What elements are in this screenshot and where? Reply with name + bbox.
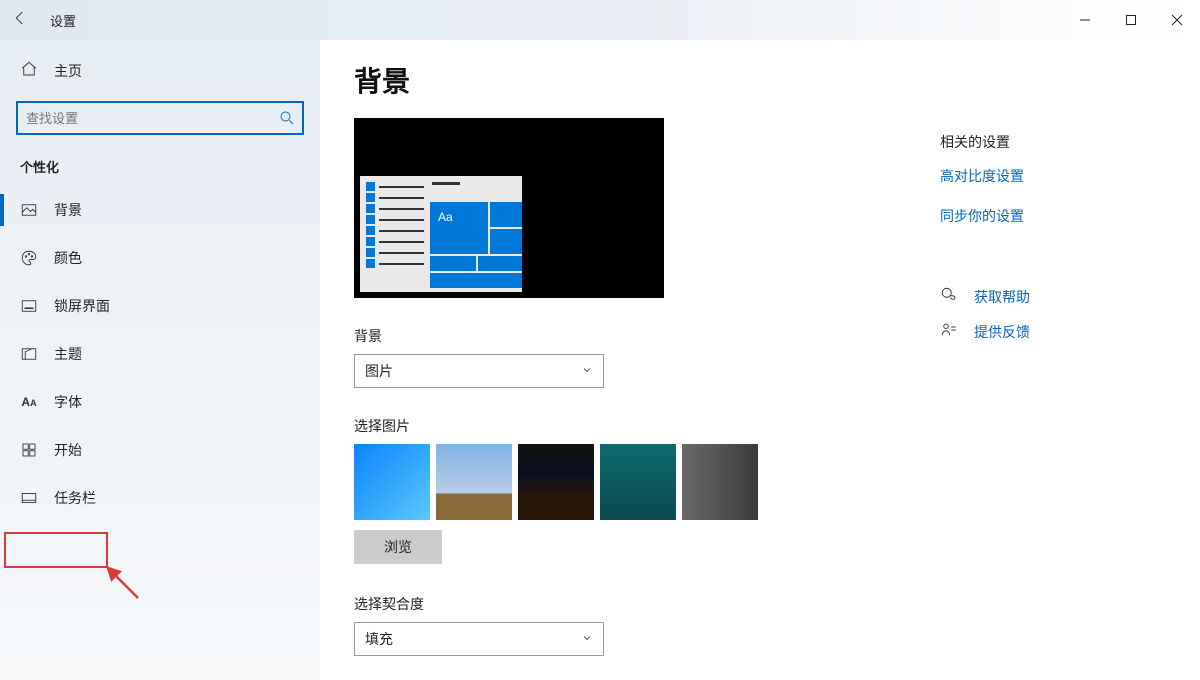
nav-item-colors[interactable]: 颜色 [0, 234, 320, 282]
background-preview: Aa [354, 118, 664, 298]
select-value: 填充 [365, 629, 393, 649]
window-title: 设置 [50, 11, 76, 30]
minimize-button[interactable] [1062, 0, 1108, 40]
chevron-down-icon [581, 364, 593, 379]
help-label: 获取帮助 [974, 287, 1030, 307]
fit-select[interactable]: 填充 [354, 622, 604, 656]
choose-picture-label: 选择图片 [354, 416, 1200, 436]
sidebar: 主页 个性化 背景 颜色 锁屏界面 主题 AA 字体 [0, 40, 320, 680]
image-icon [20, 201, 38, 219]
chevron-down-icon [581, 632, 593, 647]
picture-thumb[interactable] [600, 444, 676, 520]
nav-label: 任务栏 [54, 488, 96, 508]
home-icon [20, 60, 38, 81]
fonts-icon: AA [20, 393, 38, 411]
themes-icon [20, 345, 38, 363]
search-input[interactable] [16, 101, 304, 135]
link-high-contrast[interactable]: 高对比度设置 [940, 166, 1160, 186]
section-title: 个性化 [0, 151, 320, 186]
nav-label: 锁屏界面 [54, 296, 110, 316]
search-icon [278, 109, 296, 130]
give-feedback-link[interactable]: 提供反馈 [940, 321, 1160, 342]
maximize-button[interactable] [1108, 0, 1154, 40]
start-icon [20, 441, 38, 459]
window-controls [1062, 0, 1200, 40]
nav-label: 字体 [54, 392, 82, 412]
preview-tile-text: Aa [430, 202, 488, 254]
picture-thumb[interactable] [682, 444, 758, 520]
fit-label: 选择契合度 [354, 594, 1200, 614]
back-button[interactable] [0, 9, 40, 32]
nav-item-themes[interactable]: 主题 [0, 330, 320, 378]
picture-thumb[interactable] [436, 444, 512, 520]
picture-thumb[interactable] [518, 444, 594, 520]
browse-button[interactable]: 浏览 [354, 530, 442, 564]
get-help-link[interactable]: 获取帮助 [940, 286, 1160, 307]
lockscreen-icon [20, 297, 38, 315]
home-button[interactable]: 主页 [0, 50, 320, 91]
nav-label: 主题 [54, 344, 82, 364]
nav-label: 开始 [54, 440, 82, 460]
picture-thumb[interactable] [354, 444, 430, 520]
nav-item-taskbar[interactable]: 任务栏 [0, 474, 320, 522]
feedback-icon [940, 321, 960, 342]
annotation-highlight-box [4, 532, 108, 568]
nav-item-background[interactable]: 背景 [0, 186, 320, 234]
link-sync-settings[interactable]: 同步你的设置 [940, 206, 1160, 226]
related-settings-panel: 相关的设置 高对比度设置 同步你的设置 获取帮助 提供反馈 [940, 132, 1160, 356]
nav-item-lockscreen[interactable]: 锁屏界面 [0, 282, 320, 330]
nav-item-start[interactable]: 开始 [0, 426, 320, 474]
annotation-arrow [100, 560, 150, 615]
page-heading: 背景 [354, 60, 1200, 100]
home-label: 主页 [54, 61, 82, 81]
feedback-label: 提供反馈 [974, 322, 1030, 342]
select-value: 图片 [365, 361, 393, 381]
picture-thumbnails [354, 444, 1200, 520]
background-type-select[interactable]: 图片 [354, 354, 604, 388]
main-content: 背景 Aa [320, 40, 1200, 680]
taskbar-icon [20, 489, 38, 507]
related-title: 相关的设置 [940, 132, 1160, 152]
search-wrap [16, 101, 304, 135]
nav-item-fonts[interactable]: AA 字体 [0, 378, 320, 426]
nav-label: 颜色 [54, 248, 82, 268]
nav-label: 背景 [54, 200, 82, 220]
titlebar: 设置 [0, 0, 1200, 40]
palette-icon [20, 249, 38, 267]
close-button[interactable] [1154, 0, 1200, 40]
help-icon [940, 286, 960, 307]
